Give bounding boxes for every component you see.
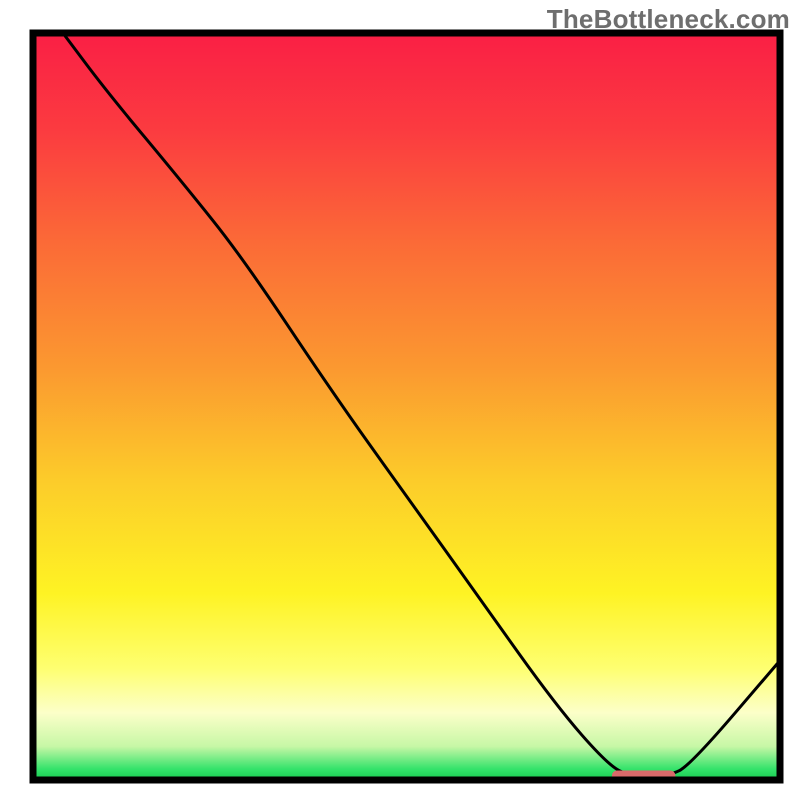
- chart-frame: TheBottleneck.com: [0, 0, 800, 800]
- plot-background: [33, 33, 780, 780]
- watermark-text: TheBottleneck.com: [547, 4, 790, 35]
- bottleneck-chart: [0, 0, 800, 800]
